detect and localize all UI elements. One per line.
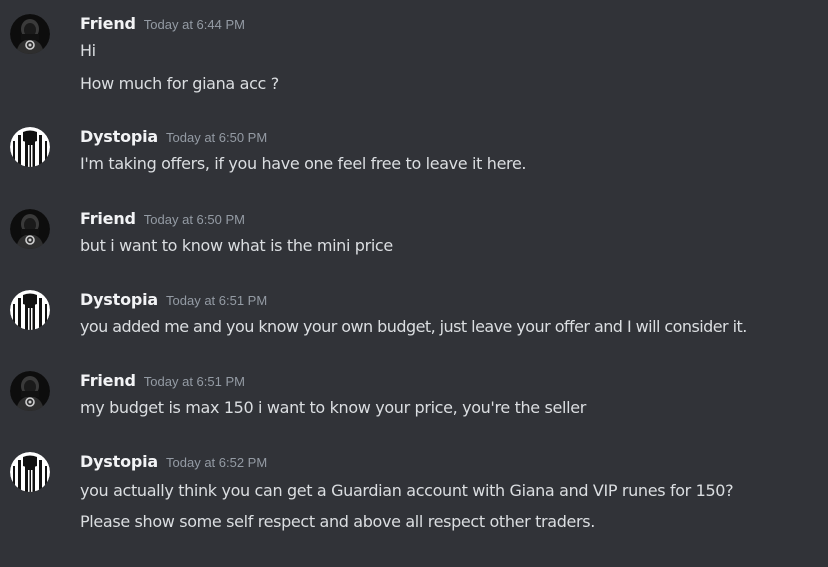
message-group-dystopia: Dystopia Today at 6:50 PM I'm taking offe… — [0, 127, 828, 177]
username[interactable]: Friend — [80, 209, 136, 228]
message-text: I'm taking offers, if you have one feel … — [80, 154, 527, 173]
dystopia-avatar-icon[interactable] — [10, 290, 50, 330]
timestamp[interactable]: Today at 6:52 PM — [166, 455, 267, 470]
username[interactable]: Friend — [80, 371, 136, 390]
message-header: Dystopia Today at 6:52 PM — [80, 451, 267, 474]
friend-avatar-icon[interactable] — [10, 209, 50, 249]
friend-avatar-icon[interactable] — [10, 371, 50, 411]
message-text: you actually think you can get a Guardia… — [80, 481, 734, 500]
message-group-friend: Friend Today at 6:50 PM but i want to kno… — [0, 209, 828, 259]
username[interactable]: Dystopia — [80, 452, 158, 471]
message-header: Friend Today at 6:44 PM — [80, 13, 245, 36]
timestamp[interactable]: Today at 6:50 PM — [166, 130, 267, 145]
message-group-dystopia: Dystopia Today at 6:51 PM you added me an… — [0, 290, 828, 340]
message-text: but i want to know what is the mini pric… — [80, 236, 393, 255]
timestamp[interactable]: Today at 6:51 PM — [166, 293, 267, 308]
message-text: my budget is max 150 i want to know your… — [80, 398, 586, 417]
username[interactable]: Dystopia — [80, 290, 158, 309]
username[interactable]: Dystopia — [80, 127, 158, 146]
dystopia-avatar-icon[interactable] — [10, 127, 50, 167]
message-header: Dystopia Today at 6:50 PM — [80, 126, 267, 149]
message-header: Dystopia Today at 6:51 PM — [80, 289, 267, 312]
message-group-friend: Friend Today at 6:51 PM my budget is max … — [0, 371, 828, 421]
message-text: How much for giana acc ? — [80, 74, 279, 93]
message-header: Friend Today at 6:51 PM — [80, 370, 245, 393]
chat-message-list: Friend Today at 6:44 PM Hi How much for g… — [0, 0, 828, 567]
message-text: Please show some self respect and above … — [80, 512, 595, 531]
timestamp[interactable]: Today at 6:50 PM — [144, 212, 245, 227]
message-header: Friend Today at 6:50 PM — [80, 208, 245, 231]
timestamp[interactable]: Today at 6:44 PM — [144, 17, 245, 32]
message-group-friend: Friend Today at 6:44 PM Hi How much for g… — [0, 14, 828, 104]
timestamp[interactable]: Today at 6:51 PM — [144, 374, 245, 389]
message-text: you added me and you know your own budge… — [80, 317, 747, 336]
friend-avatar-icon[interactable] — [10, 14, 50, 54]
username[interactable]: Friend — [80, 14, 136, 33]
message-text: Hi — [80, 41, 96, 60]
dystopia-avatar-icon[interactable] — [10, 452, 50, 492]
message-group-dystopia: Dystopia Today at 6:52 PM you actually th… — [0, 452, 828, 542]
